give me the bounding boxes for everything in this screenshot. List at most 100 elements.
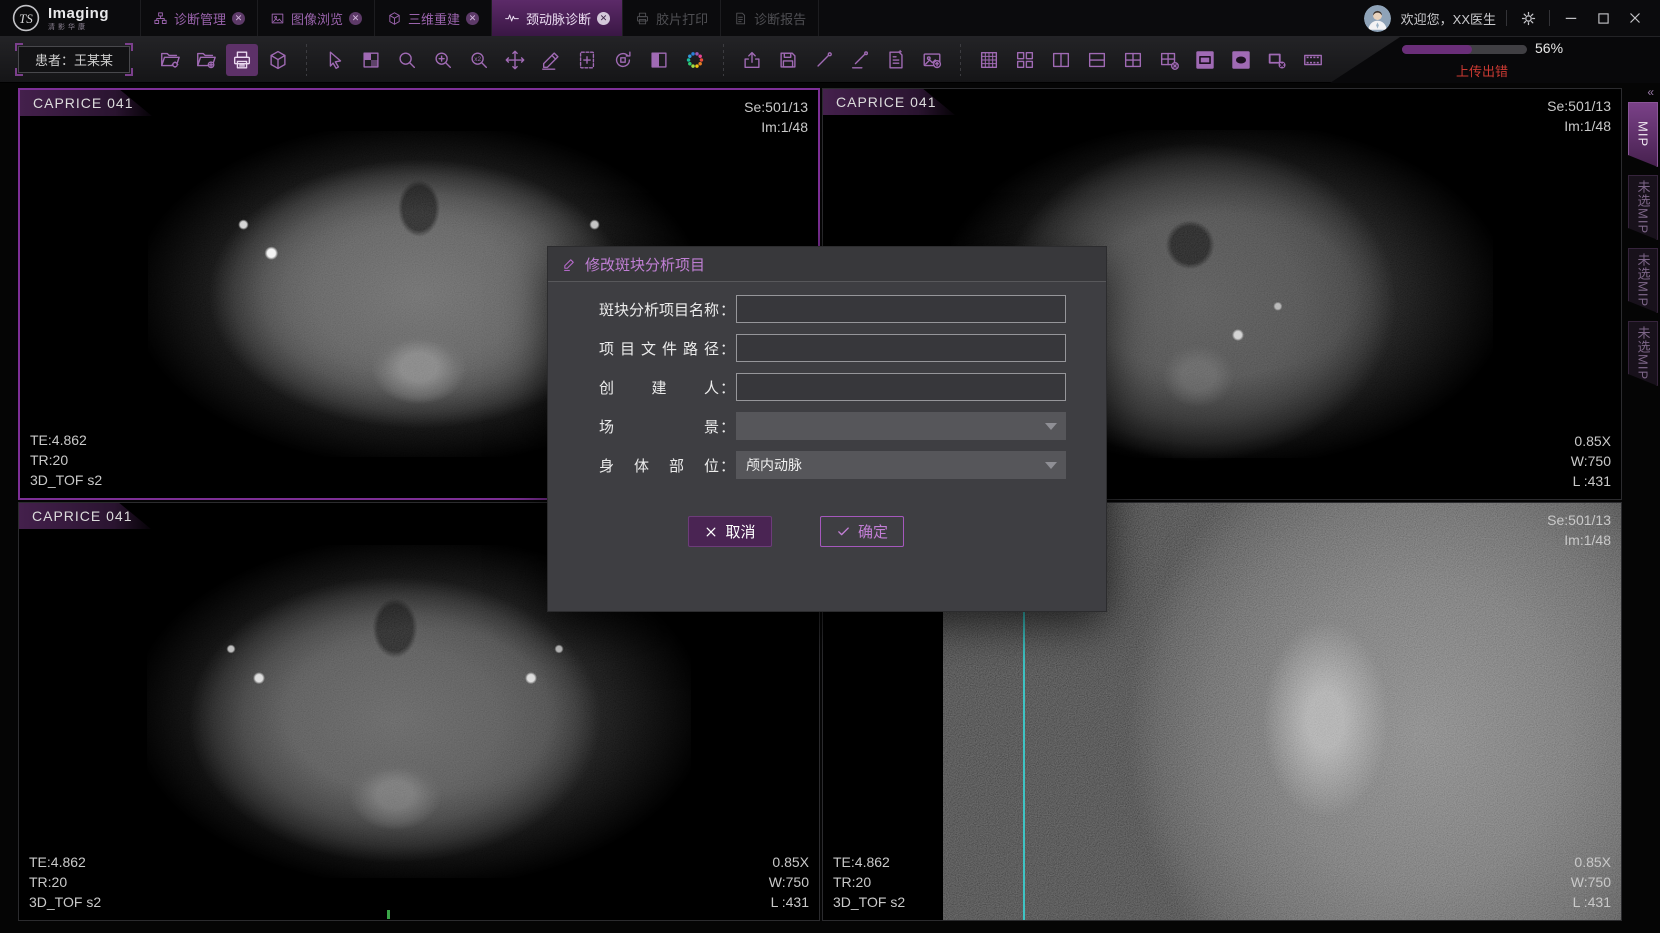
reset-rotate-button[interactable] — [607, 44, 639, 76]
probe-button[interactable] — [808, 44, 840, 76]
rail-tab-2[interactable]: 未选MIP — [1628, 175, 1658, 240]
layout-grid-button[interactable] — [973, 44, 1005, 76]
tool-group — [973, 44, 1329, 76]
main-tab-label: 三维重建 — [408, 9, 460, 28]
save-button[interactable] — [772, 44, 804, 76]
viewport-overlay-bottom-right: 0.85XW:750L :431 — [1571, 431, 1611, 491]
cube-icon — [387, 11, 402, 26]
annotate-add-button[interactable] — [571, 44, 603, 76]
cancel-button[interactable]: 取消 — [688, 516, 772, 547]
save-icon — [777, 49, 799, 71]
toolbar-separator — [306, 44, 307, 76]
export-button[interactable] — [736, 44, 768, 76]
window-level-button[interactable] — [643, 44, 675, 76]
new-project-button[interactable] — [190, 44, 222, 76]
zoom-in-button[interactable] — [427, 44, 459, 76]
split-rows-button[interactable] — [1081, 44, 1113, 76]
brand-name: Imaging — [48, 6, 109, 21]
main-tab-waveform[interactable]: 颈动脉诊断✕ — [491, 0, 622, 36]
form-row: 身体部位：颅内动脉 — [599, 451, 1106, 479]
cine-film-icon — [1302, 49, 1324, 71]
folder-gear-icon — [159, 49, 181, 71]
pseudo-color-button[interactable] — [679, 44, 711, 76]
dialog-form: 斑块分析项目名称：项目文件路径：创建人：场景：身体部位：颅内动脉 — [548, 282, 1106, 479]
minimize-button[interactable] — [1560, 7, 1582, 29]
form-row: 斑块分析项目名称： — [599, 295, 1106, 323]
main-tab-label: 诊断管理 — [174, 9, 226, 28]
series-rail: « MIP 未选MIP 未选MIP 未选MIP — [1626, 85, 1660, 925]
chevron-down-icon — [1045, 423, 1057, 430]
layout-blocks-button[interactable] — [1009, 44, 1041, 76]
field-select-4[interactable] — [736, 412, 1066, 440]
cursor-icon — [324, 49, 346, 71]
upload-progress-percent: 56% — [1535, 40, 1563, 56]
rail-tab-1-active[interactable]: MIP — [1628, 102, 1658, 167]
pointer-button[interactable] — [319, 44, 351, 76]
split-columns-button[interactable] — [1045, 44, 1077, 76]
report-doc-button[interactable] — [880, 44, 912, 76]
magnify-button[interactable] — [391, 44, 423, 76]
upload-progress-bar — [1402, 45, 1527, 54]
viewport-overlay-top-right: Se:501/13Im:1/48 — [1547, 96, 1611, 136]
zoom-2x-button[interactable]: x2 — [463, 44, 495, 76]
delete-roi-icon — [1266, 49, 1288, 71]
image-upload-button[interactable] — [916, 44, 948, 76]
patient-name-label: 患者：王某某 — [35, 50, 113, 69]
tab-close-icon[interactable]: ✕ — [349, 12, 362, 25]
tab-close-icon[interactable]: ✕ — [232, 12, 245, 25]
welcome-text: 欢迎您，XX医生 — [1401, 9, 1496, 28]
svg-text:TS: TS — [19, 11, 33, 26]
settings-gear-icon[interactable] — [1517, 7, 1539, 29]
viewport-overlay-bottom-left: TE:4.862TR:203D_TOF s2 — [29, 852, 101, 912]
title-bar: TS Imaging 清影华康 诊断管理✕图像浏览✕三维重建✕颈动脉诊断✕胶片打… — [0, 0, 1660, 37]
print-button[interactable] — [226, 44, 258, 76]
contrast-button[interactable] — [355, 44, 387, 76]
corner-bracket — [15, 43, 23, 51]
maximize-button[interactable] — [1592, 7, 1614, 29]
select-value: 颅内动脉 — [746, 455, 802, 475]
main-tab-image[interactable]: 图像浏览 ✕ — [257, 0, 374, 36]
tool-group: x2 — [319, 44, 711, 76]
color-wheel-icon — [684, 49, 706, 71]
corner-bracket — [125, 68, 133, 76]
tab-close-icon[interactable]: ✕ — [597, 12, 610, 25]
rail-tab-3[interactable]: 未选MIP — [1628, 248, 1658, 313]
roi-delete-button[interactable] — [1261, 44, 1293, 76]
split-rows-icon — [1086, 49, 1108, 71]
pan-icon — [504, 49, 526, 71]
upload-error-text[interactable]: 上传出错 — [1456, 61, 1508, 80]
form-row: 场景： — [599, 412, 1106, 440]
rail-tab-4[interactable]: 未选MIP — [1628, 321, 1658, 386]
cine-film-button[interactable] — [1297, 44, 1329, 76]
avatar[interactable] — [1364, 5, 1391, 32]
field-input-3[interactable] — [736, 373, 1066, 401]
volume-3d-button[interactable] — [262, 44, 294, 76]
main-tab-label: 图像浏览 — [291, 9, 343, 28]
field-input-2[interactable] — [736, 334, 1066, 362]
probe-icon — [813, 49, 835, 71]
frame-plus-icon — [576, 49, 598, 71]
main-tab-org-chart[interactable]: 诊断管理 ✕ — [140, 0, 257, 36]
pan-button[interactable] — [499, 44, 531, 76]
confirm-button[interactable]: 确定 — [820, 516, 904, 547]
toolbar-separator — [960, 44, 961, 76]
measure-button[interactable] — [535, 44, 567, 76]
viewport-overlay-top-right: Se:501/13Im:1/48 — [1547, 510, 1611, 550]
layout-remove-button[interactable] — [1153, 44, 1185, 76]
main-tab-bar: 诊断管理✕图像浏览✕三维重建✕颈动脉诊断✕胶片打印诊断报告 — [140, 0, 819, 36]
main-tab-cube[interactable]: 三维重建 ✕ — [374, 0, 491, 36]
roi-ellipse-button[interactable] — [1225, 44, 1257, 76]
probe-baseline-button[interactable] — [844, 44, 876, 76]
close-button[interactable] — [1624, 7, 1646, 29]
ellipse-roi-icon — [1230, 49, 1252, 71]
rail-collapse-button[interactable]: « — [1626, 85, 1660, 102]
roi-rectangle-button[interactable] — [1189, 44, 1221, 76]
layout-2x2-button[interactable] — [1117, 44, 1149, 76]
brand-subtitle: 清影华康 — [48, 24, 109, 31]
tab-close-icon[interactable]: ✕ — [466, 12, 479, 25]
field-select-5[interactable]: 颅内动脉 — [736, 451, 1066, 479]
open-project-button[interactable] — [154, 44, 186, 76]
toolbar-separator — [723, 44, 724, 76]
contrast-icon — [360, 49, 382, 71]
field-input-1[interactable] — [736, 295, 1066, 323]
